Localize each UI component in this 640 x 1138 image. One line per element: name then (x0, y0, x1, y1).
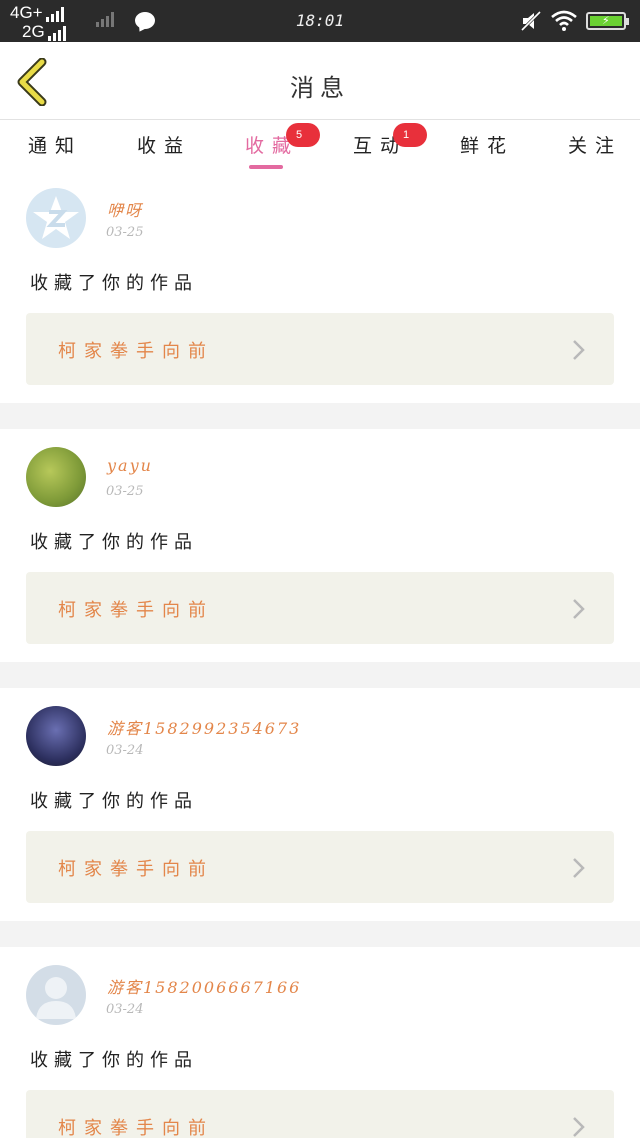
work-link[interactable]: 柯家拳手向前 (26, 313, 614, 385)
status-bar: 4G+ 2G 18:01 ⚡ (0, 0, 640, 42)
action-text: 收藏了你的作品 (30, 1050, 198, 1071)
qq-star-icon (33, 196, 79, 239)
tab-interactions[interactable]: 互动 1 (353, 123, 427, 171)
default-person-icon (36, 977, 76, 1019)
tab-label: 收益 (137, 135, 192, 157)
user-name[interactable]: 游客1582992354673 (107, 715, 301, 739)
mute-icon (520, 11, 542, 31)
list-item: yayu 03-25 收藏了你的作品 柯家拳手向前 (0, 432, 640, 664)
tab-flowers[interactable]: 鲜花 (460, 131, 514, 171)
work-link[interactable]: 柯家拳手向前 (26, 831, 614, 903)
header: 消息 (0, 42, 640, 120)
chevron-right-icon (573, 340, 585, 360)
wifi-icon (551, 10, 577, 31)
divider (0, 403, 640, 429)
chevron-right-icon (573, 599, 585, 619)
work-title: 柯家拳手向前 (58, 600, 214, 621)
action-text: 收藏了你的作品 (30, 532, 198, 553)
tab-label: 关注 (568, 135, 623, 157)
favorites-count-badge: 5 (286, 123, 320, 147)
tab-label: 通知 (28, 135, 83, 157)
list-item: 游客1582992354673 03-24 收藏了你的作品 柯家拳手向前 (0, 691, 640, 923)
divider (0, 921, 640, 947)
work-link[interactable]: 柯家拳手向前 (26, 572, 614, 644)
chevron-right-icon (573, 858, 585, 878)
work-link[interactable]: 柯家拳手向前 (26, 1090, 614, 1138)
message-date: 03-25 (106, 225, 144, 240)
tab-label: 鲜花 (460, 135, 515, 157)
avatar[interactable] (26, 706, 86, 766)
status-time: 18:01 (295, 11, 345, 30)
interactions-count-badge: 1 (393, 123, 427, 147)
tab-notifications[interactable]: 通知 (28, 131, 82, 171)
tab-follows[interactable]: 关注 (568, 131, 622, 171)
user-name[interactable]: 游客1582006667166 (107, 974, 301, 998)
action-text: 收藏了你的作品 (30, 791, 198, 812)
chevron-right-icon (573, 1117, 585, 1137)
message-date: 03-25 (106, 484, 144, 499)
work-title: 柯家拳手向前 (58, 1118, 214, 1138)
user-name[interactable]: yayu (107, 456, 153, 475)
avatar[interactable] (26, 188, 86, 248)
divider (0, 662, 640, 688)
work-title: 柯家拳手向前 (58, 859, 214, 880)
page-title: 消息 (290, 74, 350, 102)
avatar[interactable] (26, 447, 86, 507)
battery-icon: ⚡ (586, 12, 629, 30)
list-item: 游客1582006667166 03-24 收藏了你的作品 柯家拳手向前 (0, 950, 640, 1138)
tab-earnings[interactable]: 收益 (137, 131, 191, 171)
action-text: 收藏了你的作品 (30, 273, 198, 294)
avatar[interactable] (26, 965, 86, 1025)
tab-bar: 通知 收益 收藏 5 互动 1 鲜花 关注 (0, 121, 640, 173)
message-date: 03-24 (106, 1002, 144, 1017)
message-date: 03-24 (106, 743, 144, 758)
list-item: 咿呀 03-25 收藏了你的作品 柯家拳手向前 (0, 173, 640, 405)
user-name[interactable]: 咿呀 (107, 197, 143, 221)
work-title: 柯家拳手向前 (58, 341, 214, 362)
active-tab-indicator (249, 165, 283, 169)
